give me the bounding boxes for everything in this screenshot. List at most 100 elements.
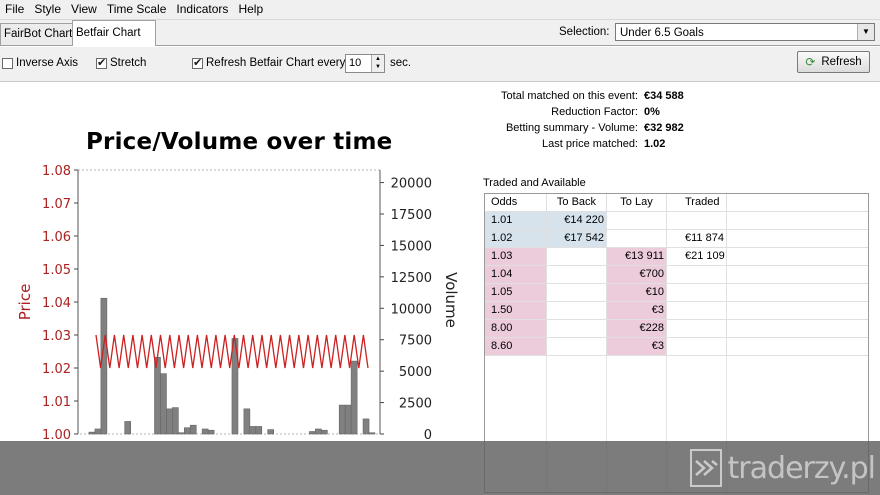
left-tick-label: 1.04 bbox=[42, 296, 71, 311]
inverse-axis-label: Inverse Axis bbox=[16, 57, 78, 69]
table-row[interactable]: 1.05 €10 bbox=[485, 284, 868, 302]
to-back-cell[interactable] bbox=[547, 320, 607, 337]
odds-cell[interactable]: 1.01 bbox=[485, 212, 547, 229]
volume-bar bbox=[255, 426, 263, 435]
odds-cell[interactable]: 1.50 bbox=[485, 302, 547, 319]
selection-dropdown[interactable]: Under 6.5 Goals ▼ bbox=[615, 23, 875, 41]
menu-item-help[interactable]: Help bbox=[233, 0, 268, 19]
volume-bar bbox=[124, 421, 132, 435]
volume-bar bbox=[201, 428, 209, 435]
summary-value: €32 982 bbox=[644, 122, 684, 134]
left-tick-label: 1.08 bbox=[42, 164, 71, 179]
watermark: traderzy.pl bbox=[690, 445, 876, 491]
traded-cell[interactable] bbox=[667, 212, 727, 229]
to-lay-cell[interactable]: €228 bbox=[607, 320, 667, 337]
table-row[interactable]: 1.02 €17 542 €11 874 bbox=[485, 230, 868, 248]
volume-bar bbox=[321, 429, 328, 435]
refresh-every-box[interactable] bbox=[192, 56, 203, 69]
traded-cell[interactable] bbox=[667, 320, 727, 337]
column-header-odds[interactable]: Odds bbox=[485, 194, 547, 211]
right-tick-label: 15000 bbox=[391, 239, 432, 254]
menu-item-indicators[interactable]: Indicators bbox=[171, 0, 233, 19]
summary-row: Reduction Factor: 0% bbox=[470, 104, 684, 120]
table-row[interactable]: 1.01 €14 220 bbox=[485, 212, 868, 230]
tab-row: FairBot Chart Betfair Chart Selection: U… bbox=[0, 20, 880, 46]
traded-cell[interactable] bbox=[667, 338, 727, 355]
left-tick-label: 1.01 bbox=[42, 395, 71, 410]
volume-bar bbox=[166, 408, 173, 435]
to-back-cell[interactable] bbox=[547, 302, 607, 319]
menu-item-view[interactable]: View bbox=[66, 0, 102, 19]
inverse-axis-checkbox[interactable]: Inverse Axis bbox=[2, 57, 78, 69]
table-row[interactable]: 8.60 €3 bbox=[485, 338, 868, 356]
column-header-traded[interactable]: Traded bbox=[667, 194, 727, 211]
to-lay-cell[interactable] bbox=[607, 230, 667, 247]
odds-cell[interactable]: 1.03 bbox=[485, 248, 547, 265]
interval-value[interactable]: 10 bbox=[349, 57, 361, 69]
to-back-cell[interactable]: €17 542 bbox=[547, 230, 607, 247]
to-lay-cell[interactable]: €700 bbox=[607, 266, 667, 283]
stepper-arrows-icon[interactable]: ▲ ▼ bbox=[371, 55, 384, 72]
traded-cell[interactable] bbox=[667, 284, 727, 301]
refresh-every-checkbox[interactable]: Refresh Betfair Chart every bbox=[192, 56, 346, 69]
volume-bar bbox=[189, 424, 197, 435]
watermark-text: traderzy.pl bbox=[727, 450, 876, 486]
traded-cell[interactable] bbox=[667, 302, 727, 319]
traded-cell[interactable]: €11 874 bbox=[667, 230, 727, 247]
stretch-box[interactable] bbox=[96, 56, 107, 69]
odds-cell[interactable]: 1.05 bbox=[485, 284, 547, 301]
traded-cell[interactable] bbox=[667, 266, 727, 283]
right-tick-label: 7500 bbox=[399, 334, 432, 349]
tab-betfair-chart[interactable]: Betfair Chart bbox=[72, 20, 156, 46]
right-tick-label: 2500 bbox=[399, 397, 432, 412]
selection-value: Under 6.5 Goals bbox=[620, 27, 704, 39]
volume-bar bbox=[154, 357, 161, 435]
odds-cell[interactable]: 1.04 bbox=[485, 266, 547, 283]
to-back-cell[interactable] bbox=[547, 338, 607, 355]
volume-bar bbox=[338, 404, 346, 435]
interval-stepper[interactable]: 10 ▲ ▼ bbox=[345, 54, 385, 73]
volume-bar bbox=[100, 297, 108, 435]
to-lay-cell[interactable] bbox=[607, 212, 667, 229]
chevron-down-icon[interactable]: ▼ bbox=[857, 24, 874, 40]
table-row[interactable]: 1.03 €13 911 €21 109 bbox=[485, 248, 868, 266]
to-back-cell[interactable]: €14 220 bbox=[547, 212, 607, 229]
volume-bar bbox=[249, 426, 257, 435]
odds-cell[interactable]: 1.02 bbox=[485, 230, 547, 247]
menu-item-time-scale[interactable]: Time Scale bbox=[102, 0, 172, 19]
summary-label: Last price matched: bbox=[542, 138, 638, 150]
right-tick-label: 12500 bbox=[391, 271, 432, 286]
stretch-label: Stretch bbox=[110, 57, 147, 69]
selection-label: Selection: bbox=[559, 26, 610, 38]
table-row[interactable]: 1.04 €700 bbox=[485, 266, 868, 284]
volume-bar bbox=[183, 427, 191, 435]
to-lay-cell[interactable]: €3 bbox=[607, 302, 667, 319]
menu-item-file[interactable]: File bbox=[0, 0, 29, 19]
to-back-cell[interactable] bbox=[547, 266, 607, 283]
refresh-every-label: Refresh Betfair Chart every bbox=[206, 57, 346, 69]
table-row[interactable]: 8.00 €228 bbox=[485, 320, 868, 338]
stretch-checkbox[interactable]: Stretch bbox=[96, 56, 147, 69]
to-back-cell[interactable] bbox=[547, 284, 607, 301]
to-lay-cell[interactable]: €13 911 bbox=[607, 248, 667, 265]
table-row[interactable]: 1.50 €3 bbox=[485, 302, 868, 320]
menu-bar: File Style View Time Scale Indicators Help bbox=[0, 0, 880, 20]
interval-unit: sec. bbox=[390, 57, 412, 69]
table-body: 1.01 €14 220 1.02 €17 542 €11 874 1.03 €13 911… bbox=[485, 212, 868, 356]
refresh-button[interactable]: ⟳ Refresh bbox=[797, 51, 870, 73]
volume-bar bbox=[315, 428, 322, 435]
column-header-to-lay[interactable]: To Lay bbox=[607, 194, 667, 211]
to-lay-cell[interactable]: €10 bbox=[607, 284, 667, 301]
tab-fairbot-chart[interactable]: FairBot Chart bbox=[0, 23, 78, 45]
traded-cell[interactable]: €21 109 bbox=[667, 248, 727, 265]
summary-row: Betting summary - Volume: €32 982 bbox=[470, 120, 684, 136]
right-tick-label: 20000 bbox=[391, 177, 432, 192]
inverse-axis-box[interactable] bbox=[2, 57, 13, 69]
odds-cell[interactable]: 8.60 bbox=[485, 338, 547, 355]
column-header-to-back[interactable]: To Back bbox=[547, 194, 607, 211]
to-back-cell[interactable] bbox=[547, 248, 607, 265]
menu-item-style[interactable]: Style bbox=[29, 0, 66, 19]
to-lay-cell[interactable]: €3 bbox=[607, 338, 667, 355]
volume-bar bbox=[350, 360, 358, 435]
odds-cell[interactable]: 8.00 bbox=[485, 320, 547, 337]
